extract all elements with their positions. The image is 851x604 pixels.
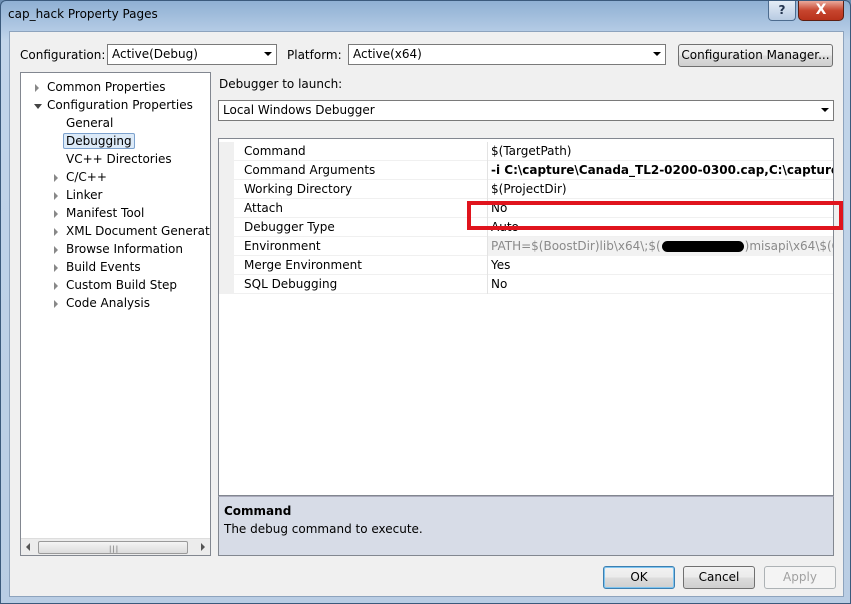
platform-value: Active(x64) bbox=[353, 47, 422, 61]
property-value[interactable]: PATH=$(BoostDir)lib\x64\;$( )misapi\x64\$… bbox=[487, 237, 833, 256]
scroll-right-icon[interactable] bbox=[201, 543, 205, 551]
tree-item-xml-document-generator[interactable]: XML Document Generator bbox=[54, 223, 210, 240]
tree-item-common-properties[interactable]: Common Properties bbox=[35, 79, 166, 96]
description-text: The debug command to execute. bbox=[224, 522, 423, 536]
tree-item-general[interactable]: General bbox=[66, 115, 113, 132]
debugger-dropdown[interactable]: Local Windows Debugger bbox=[218, 100, 834, 121]
property-name: Merge Environment bbox=[244, 258, 362, 272]
dialog-client-area: Configuration: Active(Debug) Platform: A… bbox=[9, 31, 844, 597]
property-name: Environment bbox=[244, 239, 321, 253]
expand-arrow-icon[interactable] bbox=[35, 84, 39, 92]
chevron-down-icon bbox=[264, 52, 272, 56]
environment-value-suffix: )misapi\x64\$(Configuration bbox=[744, 239, 833, 253]
highlight-box bbox=[467, 201, 843, 230]
expand-arrow-icon[interactable] bbox=[54, 192, 58, 200]
ok-button[interactable]: OK bbox=[603, 566, 675, 589]
property-name: Debugger Type bbox=[244, 220, 335, 234]
apply-button[interactable]: Apply bbox=[764, 566, 836, 589]
expand-arrow-icon[interactable] bbox=[54, 246, 58, 254]
property-row-environment[interactable]: Environment PATH=$(BoostDir)lib\x64\;$()… bbox=[219, 237, 833, 256]
property-name: Command bbox=[244, 144, 306, 158]
property-tree: Common Properties Configuration Properti… bbox=[20, 72, 211, 556]
property-grid: Command $(TargetPath) Command Arguments … bbox=[218, 138, 834, 496]
property-name: SQL Debugging bbox=[244, 277, 338, 291]
tree-item-c-cpp[interactable]: C/C++ bbox=[54, 169, 107, 186]
property-value[interactable]: $(TargetPath) bbox=[487, 142, 833, 161]
title-bar: cap_hack Property Pages ? X bbox=[1, 1, 850, 31]
tree-item-linker[interactable]: Linker bbox=[54, 187, 102, 204]
tree-item-code-analysis[interactable]: Code Analysis bbox=[54, 295, 150, 312]
chevron-down-icon bbox=[653, 52, 661, 56]
description-title: Command bbox=[224, 504, 292, 518]
platform-label: Platform: bbox=[287, 48, 342, 62]
configuration-dropdown[interactable]: Active(Debug) bbox=[107, 44, 277, 65]
tree-item-vc-directories[interactable]: VC++ Directories bbox=[66, 151, 172, 168]
tree-item-custom-build-step[interactable]: Custom Build Step bbox=[54, 277, 177, 294]
tree-horizontal-scrollbar[interactable]: ||| bbox=[21, 538, 210, 555]
debugger-to-launch-label: Debugger to launch: bbox=[219, 77, 343, 91]
tree-item-debugging[interactable]: Debugging bbox=[63, 133, 135, 150]
configuration-value: Active(Debug) bbox=[112, 47, 198, 61]
environment-value-prefix: PATH=$(BoostDir)lib\x64\;$( bbox=[491, 239, 661, 253]
property-row-sql-debugging[interactable]: SQL Debugging No bbox=[219, 275, 833, 294]
expand-arrow-icon[interactable] bbox=[54, 210, 58, 218]
tree-item-build-events[interactable]: Build Events bbox=[54, 259, 141, 276]
description-panel: Command The debug command to execute. bbox=[218, 496, 834, 556]
window-title: cap_hack Property Pages bbox=[8, 7, 158, 21]
property-row-command[interactable]: Command $(TargetPath) bbox=[219, 142, 833, 161]
expand-arrow-icon[interactable] bbox=[54, 174, 58, 182]
expand-arrow-icon[interactable] bbox=[54, 264, 58, 272]
redaction-mark bbox=[661, 241, 744, 252]
expand-arrow-icon[interactable] bbox=[54, 300, 58, 308]
scrollbar-thumb[interactable]: ||| bbox=[38, 541, 188, 554]
tree-item-manifest-tool[interactable]: Manifest Tool bbox=[54, 205, 144, 222]
help-button[interactable]: ? bbox=[768, 1, 796, 21]
property-value[interactable]: No bbox=[487, 275, 833, 294]
property-name: Working Directory bbox=[244, 182, 353, 196]
property-row-command-arguments[interactable]: Command Arguments -i C:\capture\Canada_T… bbox=[219, 161, 833, 180]
collapse-arrow-icon[interactable] bbox=[34, 104, 42, 109]
property-value[interactable]: $(ProjectDir) bbox=[487, 180, 833, 199]
expand-arrow-icon[interactable] bbox=[54, 228, 58, 236]
tree-item-browse-information[interactable]: Browse Information bbox=[54, 241, 183, 258]
property-pages-window: cap_hack Property Pages ? X Configuratio… bbox=[0, 0, 851, 604]
scroll-left-icon[interactable] bbox=[26, 543, 30, 551]
platform-dropdown[interactable]: Active(x64) bbox=[348, 44, 666, 65]
chevron-down-icon bbox=[821, 108, 829, 112]
property-row-merge-environment[interactable]: Merge Environment Yes bbox=[219, 256, 833, 275]
configuration-label: Configuration: bbox=[20, 48, 106, 62]
debugger-value: Local Windows Debugger bbox=[223, 103, 375, 117]
tree-item-configuration-properties[interactable]: Configuration Properties bbox=[34, 97, 193, 114]
property-value[interactable]: -i C:\capture\Canada_TL2-0200-0300.cap,C… bbox=[487, 161, 833, 180]
cancel-button[interactable]: Cancel bbox=[683, 566, 755, 589]
close-button[interactable]: X bbox=[798, 1, 844, 21]
property-name: Command Arguments bbox=[244, 163, 376, 177]
configuration-manager-button[interactable]: Configuration Manager... bbox=[678, 44, 833, 67]
property-value[interactable]: Yes bbox=[487, 256, 833, 275]
expand-arrow-icon[interactable] bbox=[54, 282, 58, 290]
property-row-working-directory[interactable]: Working Directory $(ProjectDir) bbox=[219, 180, 833, 199]
property-name: Attach bbox=[244, 201, 283, 215]
